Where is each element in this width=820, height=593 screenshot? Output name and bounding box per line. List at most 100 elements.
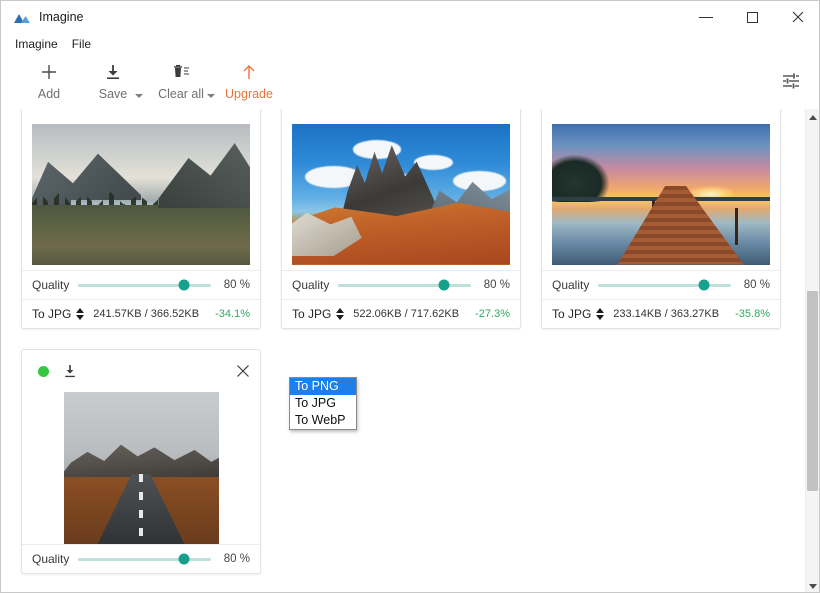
card-header	[22, 109, 260, 118]
dropdown-option-to-png[interactable]: To PNG	[290, 378, 356, 395]
upgrade-button-label: Upgrade	[225, 87, 273, 101]
quality-row: Quality 80 %	[22, 271, 260, 299]
format-select[interactable]: To JPG	[32, 307, 85, 321]
download-icon	[104, 61, 122, 83]
format-row: To JPG 522.06KB / 717.62KB -27.3%	[282, 299, 520, 328]
plus-icon	[40, 61, 58, 83]
toolbar-buttons: Add Save Clear all Upgrade	[1, 55, 281, 101]
dropdown-option-to-jpg[interactable]: To JPG	[290, 395, 356, 412]
spinner-arrows-icon[interactable]	[596, 308, 605, 320]
quality-slider-knob[interactable]	[178, 279, 190, 291]
quality-row: Quality 80 %	[542, 271, 780, 299]
menu-bar: Imagine File	[1, 33, 819, 55]
imagine-app-window: Imagine Imagine File Add Save Clear all …	[0, 0, 820, 593]
card-header	[282, 109, 520, 118]
card-thumbnail-area	[22, 118, 260, 270]
format-row: To JPG 241.57KB / 366.52KB -34.1%	[22, 299, 260, 328]
quality-slider[interactable]	[338, 279, 471, 291]
card-thumbnail-area	[542, 118, 780, 270]
quality-slider[interactable]	[78, 553, 211, 565]
scrollbar-thumb[interactable]	[807, 291, 818, 491]
image-card[interactable]: Quality 80 % To JPG 241.57KB / 366.52KB	[21, 109, 261, 329]
quality-label: Quality	[32, 552, 70, 566]
dropdown-option-to-webp[interactable]: To WebP	[290, 412, 356, 429]
quality-slider-knob[interactable]	[178, 553, 190, 565]
card-header	[542, 109, 780, 118]
add-button[interactable]: Add	[17, 55, 81, 101]
close-icon[interactable]	[236, 364, 250, 378]
app-title: Imagine	[39, 10, 84, 24]
window-controls	[683, 1, 819, 33]
compression-ratio: -35.8%	[735, 308, 770, 320]
card-controls: Quality 80 % To JPG 233.14KB / 363.27KB	[542, 270, 780, 328]
sliders-settings-icon[interactable]	[779, 69, 803, 93]
format-select-value: To JPG	[552, 307, 592, 321]
quality-value: 80 %	[743, 279, 770, 291]
spinner-arrows-icon[interactable]	[76, 308, 85, 320]
quality-slider-knob[interactable]	[438, 279, 450, 291]
thumbnail-seceda-dolomites	[292, 123, 510, 265]
save-button[interactable]: Save	[81, 55, 145, 101]
quality-label: Quality	[552, 278, 590, 292]
quality-label: Quality	[32, 278, 70, 292]
quality-slider-knob[interactable]	[698, 279, 710, 291]
close-icon[interactable]	[775, 1, 819, 33]
quality-value: 80 %	[483, 279, 510, 291]
scroll-up-arrow-icon[interactable]	[806, 109, 819, 125]
thumbnail-sunset-pier-lake	[552, 123, 770, 265]
title-bar-left: Imagine	[1, 10, 83, 24]
status-badge	[38, 365, 49, 377]
minimize-icon[interactable]	[683, 1, 729, 33]
chevron-down-icon[interactable]	[135, 94, 143, 98]
format-dropdown-menu[interactable]: To PNG To JPG To WebP	[289, 377, 357, 430]
title-bar: Imagine	[1, 1, 819, 33]
file-sizes: 522.06KB / 717.62KB	[353, 308, 460, 320]
card-controls: Quality 80 % To JPG 522.06KB / 717.62KB	[282, 270, 520, 328]
quality-value: 80 %	[223, 553, 250, 565]
compression-ratio: -27.3%	[475, 308, 510, 320]
clear-all-button[interactable]: Clear all	[145, 55, 217, 101]
thumbnail-road-to-mountains	[63, 392, 219, 544]
card-thumbnail-area	[282, 118, 520, 270]
quality-label: Quality	[292, 278, 330, 292]
image-card-grid-viewport: Quality 80 % To JPG 241.57KB / 366.52KB	[1, 109, 807, 592]
maximize-icon[interactable]	[729, 1, 775, 33]
add-button-label: Add	[37, 87, 61, 101]
image-card[interactable]: Quality 80 % To JPG 233.14KB / 363.27KB	[541, 109, 781, 329]
toolbar: Add Save Clear all Upgrade	[1, 55, 819, 110]
save-button-label: Save	[98, 87, 128, 101]
card-controls: Quality 80 %	[22, 544, 260, 573]
scroll-down-arrow-icon[interactable]	[806, 578, 819, 592]
image-card[interactable]: Quality 80 % To JPG 522.06KB / 717.62KB	[281, 109, 521, 329]
quality-slider[interactable]	[78, 279, 211, 291]
download-icon[interactable]	[63, 364, 77, 379]
arrow-up-icon	[240, 61, 258, 83]
quality-slider[interactable]	[598, 279, 731, 291]
format-row: To JPG 233.14KB / 363.27KB -35.8%	[542, 299, 780, 328]
chevron-down-icon[interactable]	[207, 94, 215, 98]
card-header	[22, 350, 260, 392]
spinner-arrows-icon[interactable]	[336, 308, 345, 320]
format-select-value: To JPG	[292, 307, 332, 321]
format-select[interactable]: To JPG	[552, 307, 605, 321]
quality-row: Quality 80 %	[22, 545, 260, 573]
upgrade-button[interactable]: Upgrade	[217, 55, 281, 101]
trash-icon	[171, 61, 191, 83]
format-select[interactable]: To JPG	[292, 307, 345, 321]
compression-ratio: -34.1%	[215, 308, 250, 320]
file-sizes: 233.14KB / 363.27KB	[613, 308, 720, 320]
menu-item-imagine[interactable]: Imagine	[8, 35, 65, 53]
vertical-scrollbar[interactable]	[805, 109, 819, 592]
file-sizes: 241.57KB / 366.52KB	[93, 308, 200, 320]
clear-all-button-label: Clear all	[158, 87, 204, 101]
card-thumbnail-area	[22, 392, 260, 544]
format-select-value: To JPG	[32, 307, 72, 321]
thumbnail-mountain-lake-overcast	[32, 123, 250, 265]
mountain-logo-icon	[13, 10, 31, 24]
image-card-grid: Quality 80 % To JPG 241.57KB / 366.52KB	[1, 109, 807, 584]
image-card[interactable]: Quality 80 %	[21, 349, 261, 574]
quality-row: Quality 80 %	[282, 271, 520, 299]
quality-value: 80 %	[223, 279, 250, 291]
card-controls: Quality 80 % To JPG 241.57KB / 366.52KB	[22, 270, 260, 328]
menu-item-file[interactable]: File	[65, 35, 98, 53]
